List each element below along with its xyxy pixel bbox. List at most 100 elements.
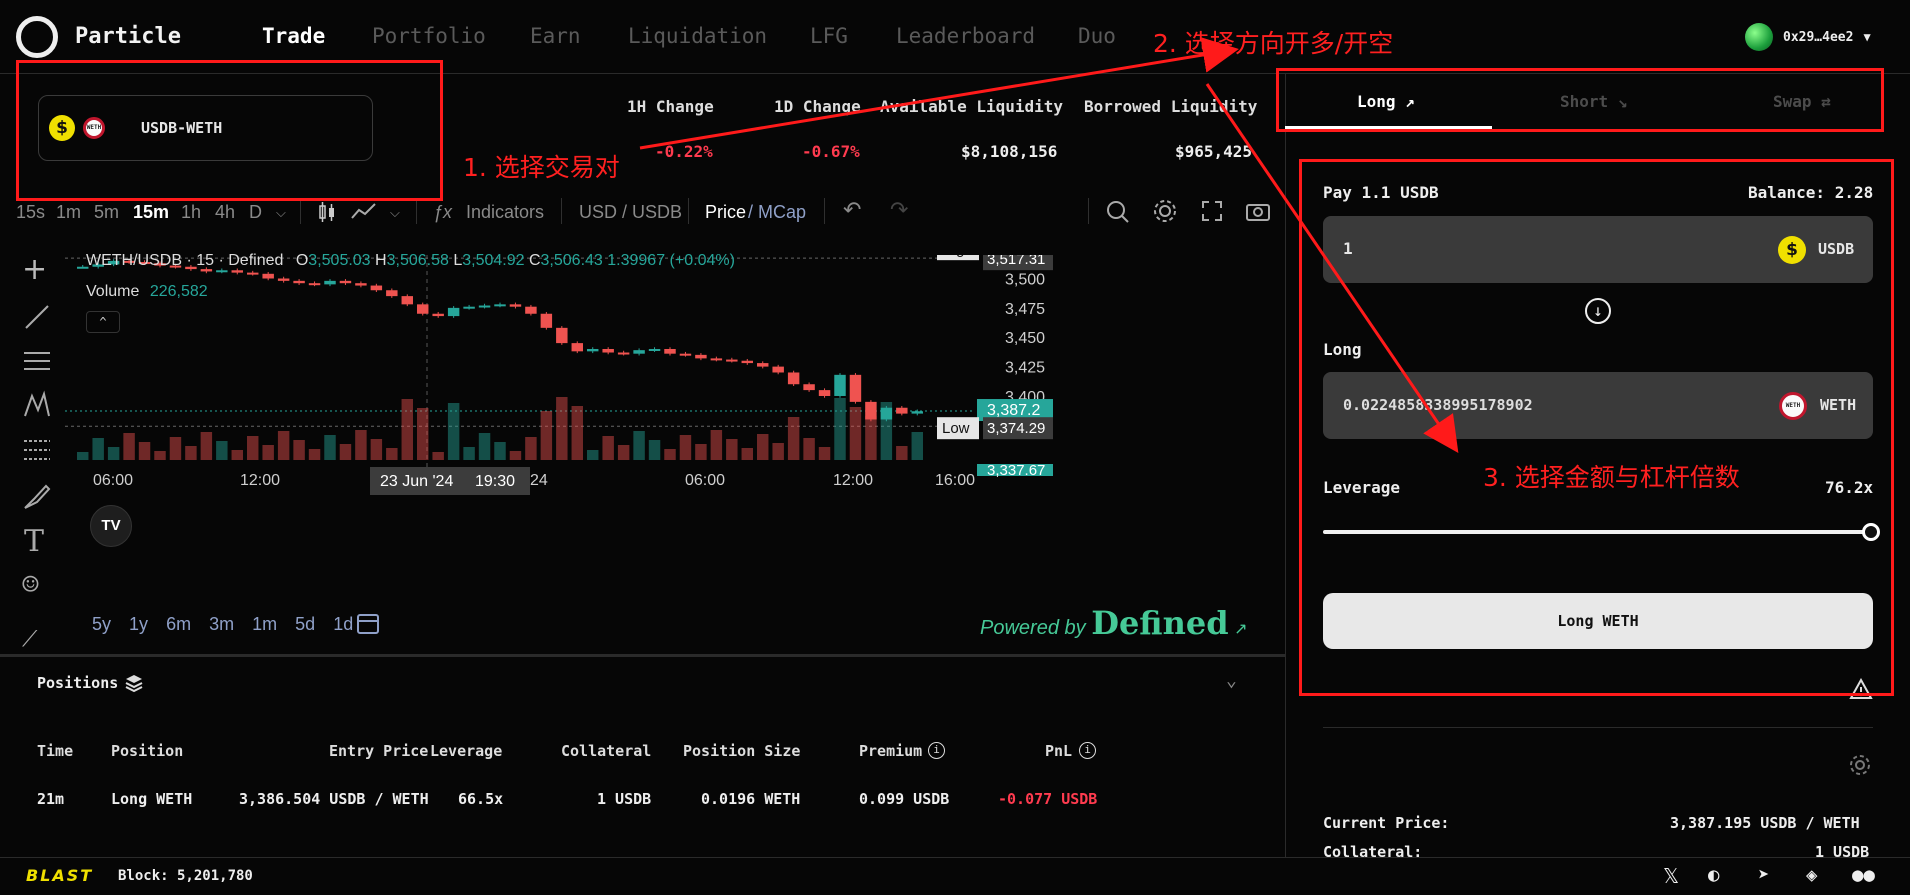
gear-icon[interactable] [1152,198,1178,224]
brush-icon[interactable] [22,482,52,512]
toolbar-divider [1088,198,1089,224]
docs-icon[interactable]: ◈ [1806,864,1817,886]
powered-by-defined[interactable]: Powered by Defined ↗ [980,604,1248,642]
high-price-tag: 3,517.31 [987,255,1045,268]
last-price-tag: 3,387.2 [987,402,1040,419]
volume-bar [571,406,583,460]
range-3m[interactable]: 3m [209,614,234,634]
annotation-step3: 3. 选择金额与杠杆倍数 [1483,463,1740,492]
nav-earn[interactable]: Earn [530,24,581,48]
interval-15m[interactable]: 15m [133,202,169,223]
row-collateral: 1 USDB [597,790,652,808]
nav-leaderboard[interactable]: Leaderboard [896,24,1035,48]
col-position: Position [111,742,184,760]
fullscreen-icon[interactable] [1201,200,1223,222]
volume-bar [818,447,831,460]
toolbar-divider [300,198,301,224]
wallet-address: 0x29…4ee2 [1783,29,1854,45]
currency-toggle[interactable]: USD / USDB [579,202,682,223]
volume-bar [834,398,846,460]
chart-style-chevron-icon[interactable]: ⌵ [390,205,400,221]
ruler-icon[interactable]: ⟋ [22,627,37,652]
particle-logo[interactable] [16,16,58,58]
volume-bar [185,446,197,460]
interval-chevron-icon[interactable]: ⌵ [276,205,286,221]
range-6m[interactable]: 6m [166,614,191,634]
nav-portfolio[interactable]: Portfolio [372,24,486,48]
interval-5m[interactable]: 5m [94,202,119,223]
nav-liquidation[interactable]: Liquidation [628,24,767,48]
defined-logo: Defined [1091,604,1229,642]
volume-bar [849,407,862,460]
range-1m[interactable]: 1m [252,614,277,634]
pnl-info-icon[interactable]: i [1079,742,1096,759]
redo-icon[interactable]: ↷ [890,197,908,223]
range-5d[interactable]: 5d [295,614,315,634]
candle-body [525,306,537,314]
y-tick-label: 3,500 [1005,271,1045,288]
row-premium: 0.099 USDB [859,790,950,808]
price-toggle[interactable]: Price [705,202,746,223]
stat-borrowed-label: Borrowed Liquidity [1084,97,1258,116]
nav-lfg[interactable]: LFG [810,24,848,48]
fib-icon[interactable] [22,435,52,465]
col-entry-price: Entry Price [329,742,429,760]
nav-duo[interactable]: Duo [1078,24,1116,48]
volume-bar [726,439,738,460]
chart-style-icon[interactable] [350,200,378,224]
high-value: 3,506.58 [386,252,449,269]
range-5y[interactable]: 5y [92,614,111,634]
high-key: H [375,252,387,269]
blast-logo[interactable]: BLAST [26,866,93,885]
y-tick-label: 3,425 [1005,360,1045,377]
trendline-icon[interactable] [22,302,52,332]
text-tool-icon[interactable]: T [24,524,44,559]
toolbar-divider [416,198,417,224]
volume-bar [77,452,89,460]
range-1y[interactable]: 1y [129,614,148,634]
candle-body [277,278,290,281]
interval-1h[interactable]: 1h [181,202,201,223]
indicators-icon[interactable]: ƒx [433,202,452,223]
positions-collapse-icon[interactable]: ⌄ [1226,670,1237,691]
candle-body [540,313,553,328]
settings-gear-icon[interactable] [1848,753,1872,777]
volume-bar [247,436,259,460]
undo-icon[interactable]: ↶ [843,197,861,223]
premium-info-icon[interactable]: i [928,742,945,759]
pattern-icon[interactable] [22,390,52,420]
nav-trade[interactable]: Trade [262,24,325,48]
candle-body [432,313,444,317]
indicators-button[interactable]: Indicators [466,202,544,223]
candle-body [664,348,676,354]
telegram-icon[interactable]: ➤ [1758,864,1769,886]
chart-symbol: WETH/USDB · 15 · Defined [86,252,284,269]
emoji-icon[interactable]: ☺ [22,568,39,601]
crosshair-icon[interactable]: + [22,252,47,287]
mcap-toggle[interactable]: / MCap [748,202,806,223]
volume-bar [556,397,568,460]
camera-icon[interactable] [1245,200,1271,222]
alert-icon[interactable] [1105,198,1131,224]
collapse-legend-button[interactable]: ^ [86,311,120,333]
discord-icon[interactable]: ◐ [1708,864,1719,886]
open-value: 3,505.03 [308,252,371,269]
tradingview-logo[interactable]: TV [90,505,132,547]
col-collateral: Collateral [561,742,652,760]
interval-4h[interactable]: 4h [215,202,235,223]
x-twitter-icon[interactable]: 𝕏 [1663,864,1679,888]
horizontal-lines-icon[interactable] [22,347,52,377]
range-1d[interactable]: 1d [333,614,353,634]
medium-icon[interactable]: ●● [1852,864,1875,886]
interval-1m[interactable]: 1m [56,202,81,223]
wallet-button[interactable]: 0x29…4ee2 ▼ [1745,22,1871,52]
calendar-icon[interactable] [355,610,381,636]
candle-body [494,304,506,307]
candle-body [216,270,228,273]
volume-bar [787,417,800,460]
interval-d[interactable]: D [249,202,262,223]
interval-15s[interactable]: 15s [16,202,45,223]
stat-borrowed-value: $965,425 [1175,142,1253,161]
price-chart[interactable]: 3,5003,4753,4503,4253,400High3,517.313,3… [65,255,1285,560]
candlestick-icon[interactable] [316,200,338,224]
